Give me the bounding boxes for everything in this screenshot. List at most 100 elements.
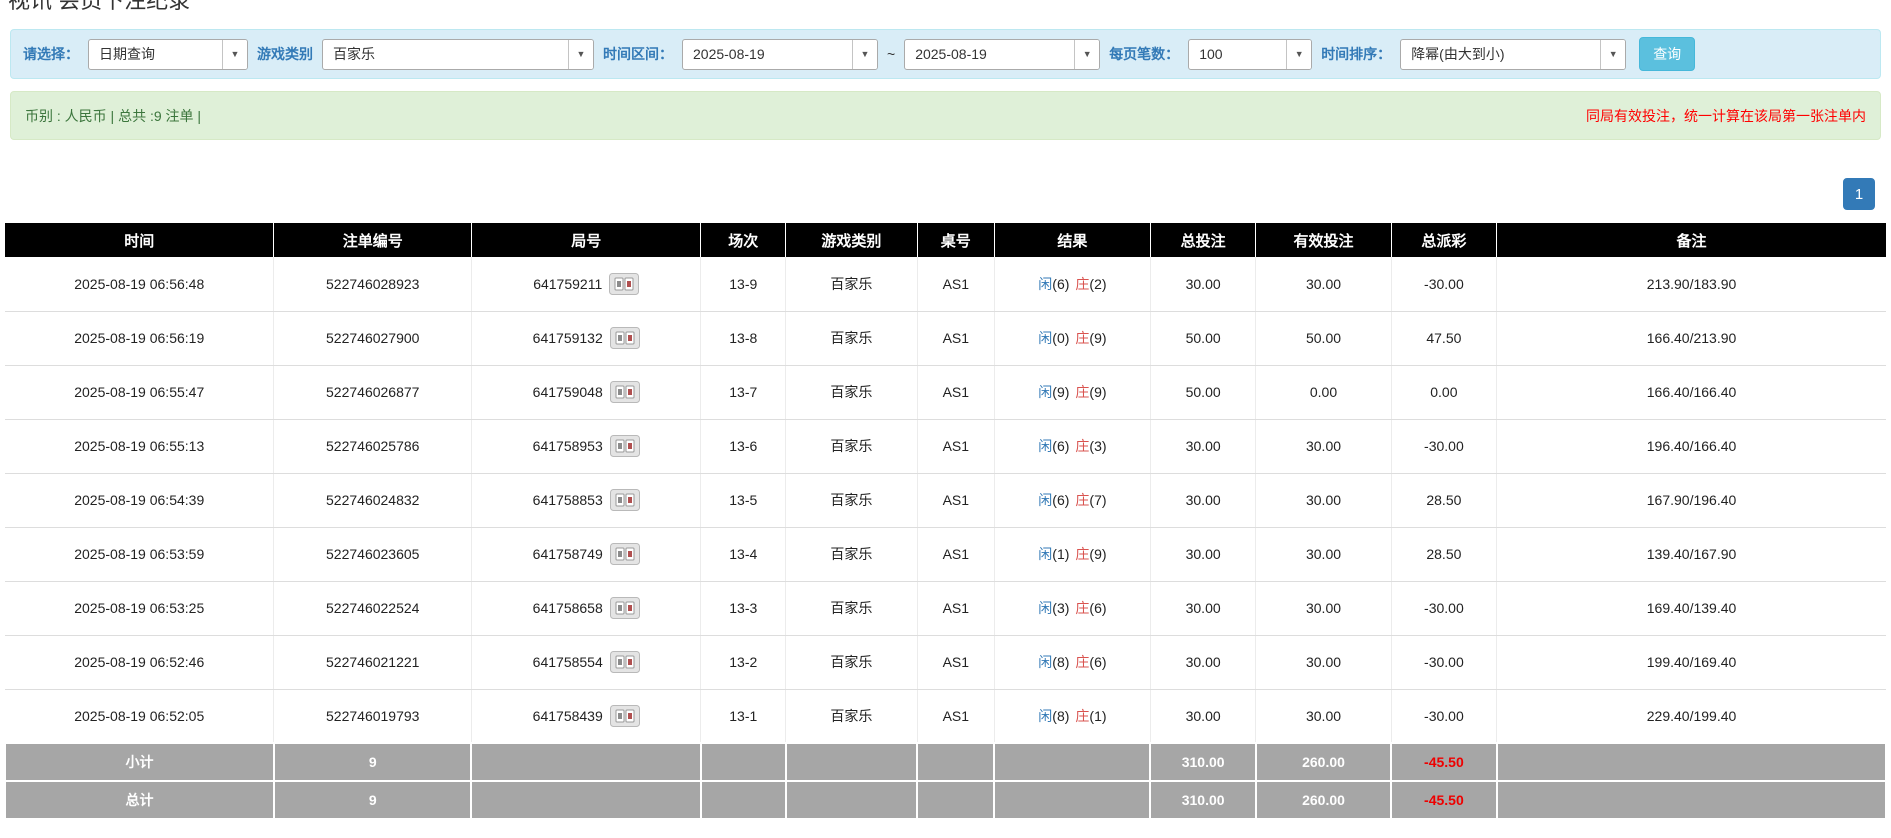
result-player-score: (9) [1052,384,1069,400]
bet-records-table: 时间 注单编号 局号 场次 游戏类别 桌号 结果 总投注 有效投注 总派彩 备注… [4,223,1887,820]
view-cards-button[interactable] [609,273,639,295]
result-player-label: 闲 [1038,492,1052,508]
cell-payout: -30.00 [1391,635,1496,689]
page-title: 视讯 会员下注纪录 [8,0,1891,13]
table-footer: 小计 9 310.00 260.00 -45.50 总计 9 310.00 26… [5,743,1886,819]
sort-select[interactable]: 降幂(由大到小) ▼ [1400,39,1626,70]
cell-payout: 47.50 [1391,311,1496,365]
cell-total-bet[interactable]: 30.00 [1150,257,1255,311]
cards-icon [610,327,640,349]
search-button[interactable]: 查询 [1639,37,1695,71]
view-cards-button[interactable] [610,597,640,619]
cell-session: 13-1 [701,689,786,743]
cell-table-no: AS1 [917,581,994,635]
cell-remark: 196.40/166.40 [1497,419,1886,473]
cell-session: 13-7 [701,365,786,419]
chevron-down-icon[interactable]: ▼ [1286,40,1311,69]
chevron-down-icon[interactable]: ▼ [568,40,593,69]
cards-icon [610,597,640,619]
chevron-down-icon[interactable]: ▼ [852,40,877,69]
table-row: 2025-08-19 06:52:05 522746019793 6417584… [5,689,1886,743]
cell-total-bet[interactable]: 30.00 [1150,581,1255,635]
cell-valid-bet: 0.00 [1256,365,1391,419]
header-round-id: 局号 [471,223,700,257]
cell-round-id: 641758953 [471,419,700,473]
result-player-score: (8) [1052,708,1069,724]
cell-result: 闲(6)庄(3) [994,419,1150,473]
cell-game-type: 百家乐 [786,311,918,365]
table-row: 2025-08-19 06:52:46 522746021221 6417585… [5,635,1886,689]
currency-total-summary: 币别 : 人民币 | 总共 :9 注单 | [25,106,201,126]
page-button-1[interactable]: 1 [1843,178,1875,210]
query-type-select[interactable]: 日期查询 ▼ [88,39,248,70]
cards-icon [610,435,640,457]
date-to-select[interactable]: 2025-08-19 ▼ [904,39,1100,70]
header-time: 时间 [5,223,274,257]
cell-table-no: AS1 [917,473,994,527]
pagination: 1 [0,178,1875,210]
cell-total-bet[interactable]: 30.00 [1150,473,1255,527]
result-banker-label: 庄 [1075,654,1089,670]
cell-table-no: AS1 [917,365,994,419]
cell-total-bet[interactable]: 30.00 [1150,527,1255,581]
cell-round-id: 641758554 [471,635,700,689]
cell-result: 闲(6)庄(2) [994,257,1150,311]
result-banker-score: (6) [1089,654,1106,670]
cell-round-id: 641759211 [471,257,700,311]
cell-result: 闲(3)庄(6) [994,581,1150,635]
time-range-label: 时间区间： [603,44,673,64]
result-banker-score: (9) [1089,330,1106,346]
date-from-select[interactable]: 2025-08-19 ▼ [682,39,878,70]
result-banker-score: (1) [1089,708,1106,724]
result-banker-score: (9) [1089,384,1106,400]
result-banker-label: 庄 [1075,438,1089,454]
view-cards-button[interactable] [610,435,640,457]
subtotal-payout: -45.50 [1391,743,1496,781]
cell-payout: 0.00 [1391,365,1496,419]
round-number: 641758658 [533,600,603,616]
result-player-label: 闲 [1038,600,1052,616]
cell-table-no: AS1 [917,257,994,311]
game-type-select[interactable]: 百家乐 ▼ [322,39,594,70]
cell-total-bet[interactable]: 50.00 [1150,311,1255,365]
table-row: 2025-08-19 06:55:47 522746026877 6417590… [5,365,1886,419]
table-row: 2025-08-19 06:54:39 522746024832 6417588… [5,473,1886,527]
view-cards-button[interactable] [610,651,640,673]
cards-icon [610,705,640,727]
chevron-down-icon[interactable]: ▼ [222,40,247,69]
cell-remark: 169.40/139.40 [1497,581,1886,635]
cell-total-bet[interactable]: 50.00 [1150,365,1255,419]
cell-game-type: 百家乐 [786,635,918,689]
view-cards-button[interactable] [610,543,640,565]
view-cards-button[interactable] [610,489,640,511]
cell-bet-id: 522746019793 [274,689,472,743]
cell-payout: 28.50 [1391,527,1496,581]
date-range-separator: ~ [887,46,895,62]
cell-remark: 139.40/167.90 [1497,527,1886,581]
cell-game-type: 百家乐 [786,419,918,473]
chevron-down-icon[interactable]: ▼ [1074,40,1099,69]
cell-total-bet[interactable]: 30.00 [1150,689,1255,743]
cell-total-bet[interactable]: 30.00 [1150,419,1255,473]
chevron-down-icon[interactable]: ▼ [1600,40,1625,69]
cell-valid-bet: 30.00 [1256,257,1391,311]
header-total-bet: 总投注 [1150,223,1255,257]
total-payout: -45.50 [1391,781,1496,819]
view-cards-button[interactable] [610,705,640,727]
cell-bet-id: 522746023605 [274,527,472,581]
cell-total-bet[interactable]: 30.00 [1150,635,1255,689]
view-cards-button[interactable] [610,381,640,403]
page-size-select[interactable]: 100 ▼ [1188,39,1312,70]
cell-valid-bet: 30.00 [1256,419,1391,473]
result-player-label: 闲 [1038,546,1052,562]
result-banker-score: (3) [1089,438,1106,454]
cell-round-id: 641759132 [471,311,700,365]
result-player-score: (8) [1052,654,1069,670]
cell-session: 13-3 [701,581,786,635]
subtotal-total-bet: 310.00 [1150,743,1255,781]
cell-remark: 166.40/213.90 [1497,311,1886,365]
cell-round-id: 641758853 [471,473,700,527]
cell-remark: 166.40/166.40 [1497,365,1886,419]
view-cards-button[interactable] [610,327,640,349]
round-number: 641759132 [533,330,603,346]
